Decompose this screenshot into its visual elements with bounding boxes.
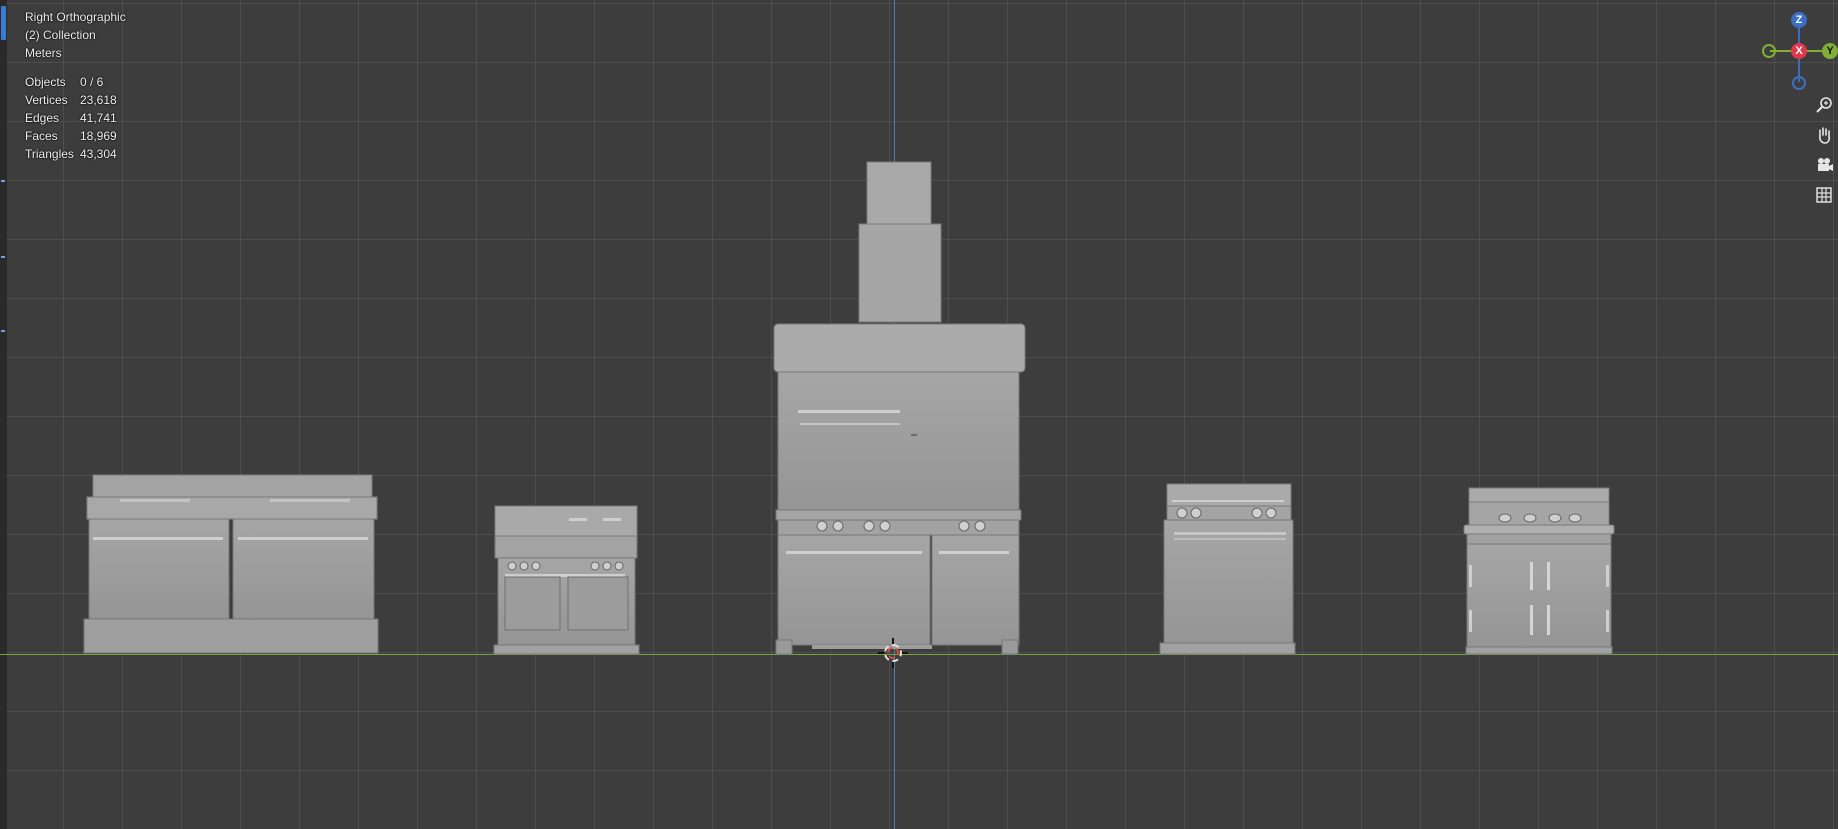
gizmo-y-axis-button[interactable]: Y — [1822, 43, 1838, 59]
range-with-hood[interactable] — [773, 161, 1026, 655]
grill-cabinet[interactable] — [1463, 487, 1615, 655]
stat-label: Objects — [25, 75, 66, 89]
unit-system: Meters — [25, 46, 62, 60]
stat-row-triangles: Triangles 43,304 — [25, 145, 126, 163]
3d-cursor-tick — [878, 652, 884, 654]
grid-icon[interactable] — [1813, 184, 1835, 206]
stat-label: Triangles — [25, 147, 74, 161]
zoom-icon-glyph — [1816, 97, 1832, 113]
hand-pan-icon[interactable] — [1813, 124, 1835, 146]
stat-value: 43,304 — [80, 147, 117, 161]
range-compact[interactable] — [493, 505, 640, 655]
stat-label: Edges — [25, 111, 60, 125]
gizmo-neg-z-axis-button[interactable] — [1792, 76, 1806, 90]
viewport-stats-overlay: Right Orthographic (2) Collection Meters… — [25, 8, 126, 163]
range-double-oven[interactable] — [83, 474, 379, 654]
stat-row-edges: Edges 41,741 — [25, 109, 126, 127]
gizmo-neg-y-axis-button[interactable] — [1762, 44, 1776, 58]
stat-value: 23,618 — [80, 93, 117, 107]
stat-label: Faces — [25, 129, 58, 143]
3d-cursor-tick — [892, 662, 894, 668]
3d-cursor-tick — [902, 652, 908, 654]
camera-icon-glyph — [1818, 158, 1833, 171]
stat-value: 41,741 — [80, 111, 117, 125]
3d-cursor[interactable] — [884, 644, 902, 662]
scene-objects — [83, 161, 1615, 655]
zoom-icon[interactable] — [1813, 94, 1835, 116]
hand-pan-icon-glyph — [1819, 127, 1831, 144]
3d-cursor-tick — [892, 638, 894, 644]
collection-name: (2) Collection — [25, 28, 96, 42]
camera-icon[interactable] — [1813, 154, 1835, 176]
view-name: Right Orthographic — [25, 10, 126, 24]
gizmo-z-axis-button[interactable]: Z — [1791, 12, 1807, 28]
grid-icon-glyph — [1816, 187, 1832, 203]
gizmo-x-axis-button[interactable]: X — [1791, 43, 1807, 59]
stat-row-faces: Faces 18,969 — [25, 127, 126, 145]
range-medium[interactable] — [1159, 483, 1296, 655]
stat-row-vertices: Vertices 23,618 — [25, 91, 126, 109]
stat-value: 18,969 — [80, 129, 117, 143]
navigation-gizmo[interactable]: Z X Y — [1752, 8, 1838, 94]
stat-label: Vertices — [25, 93, 68, 107]
stat-row-objects: Objects 0 / 6 — [25, 73, 126, 91]
stat-value: 0 / 6 — [80, 75, 104, 89]
